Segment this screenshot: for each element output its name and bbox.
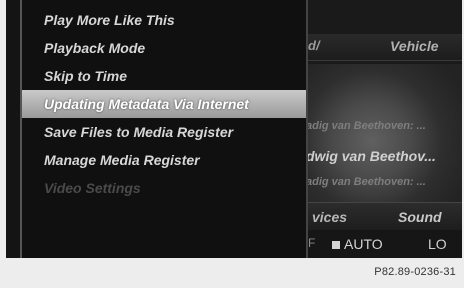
services-label: vices (312, 209, 348, 225)
background-bottom-bar: vices Sound (302, 202, 462, 231)
background-top-left: d/ (308, 38, 320, 53)
background-media-view: d/ Vehicle adig van Beethoven: ... dwig … (302, 0, 462, 258)
menu-item-video-settings: Video Settings (44, 180, 141, 196)
menu-item-manage-media-register[interactable]: Manage Media Register (22, 146, 306, 174)
fan-icon (332, 241, 340, 250)
menu-item-save-files[interactable]: Save Files to Media Register (22, 118, 306, 146)
menu-item-skip-to-time[interactable]: Skip to Time (22, 62, 306, 90)
auto-label: AUTO (344, 236, 383, 252)
vehicle-menu-label: Vehicle (390, 38, 439, 54)
figure-caption: P82.89-0236-31 (374, 266, 456, 278)
sound-label: Sound (398, 209, 442, 225)
auto-status: AUTO (332, 236, 383, 252)
options-menu: Play More Like This Playback Mode Skip t… (20, 0, 308, 258)
temperature-lo: LO (428, 236, 447, 252)
background-top-bar: d/ Vehicle (302, 34, 462, 61)
status-left: F (308, 236, 316, 250)
menu-item-updating-metadata[interactable]: Updating Metadata Via Internet (22, 90, 306, 118)
track-row: adig van Beethoven: ... (302, 170, 462, 198)
menu-item-play-more-like-this[interactable]: Play More Like This (22, 6, 306, 34)
background-track-list: adig van Beethoven: ... dwig van Beethov… (302, 114, 462, 198)
menu-item-playback-mode[interactable]: Playback Mode (22, 34, 306, 62)
track-row: dwig van Beethov... (302, 142, 462, 170)
track-title: adig van Beethoven: ... (306, 120, 426, 132)
track-title: adig van Beethoven: ... (306, 176, 426, 188)
climate-status-bar: F AUTO LO (302, 230, 462, 258)
track-title: dwig van Beethov... (306, 148, 436, 164)
track-row: adig van Beethoven: ... (302, 114, 462, 142)
media-screen: d/ Vehicle adig van Beethoven: ... dwig … (6, 0, 462, 258)
